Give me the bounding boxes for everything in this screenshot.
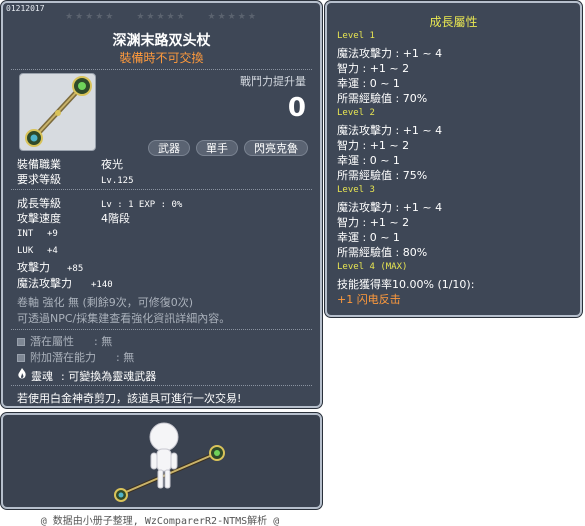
potential-value: : 無 — [94, 335, 113, 348]
growth-line: 幸運 : 0 ~ 1 — [337, 231, 400, 244]
divider — [11, 69, 312, 70]
bind-notice: 裝備時不可交換 — [119, 51, 204, 65]
additional-potential-row: 附加潛在能力 : 無 — [17, 349, 134, 365]
level-heading: Level 3 — [337, 185, 375, 195]
checkbox-icon — [17, 354, 25, 362]
stat-row: INT +9 — [17, 226, 58, 239]
item-icon — [19, 73, 96, 151]
stat-value: +4 — [47, 246, 58, 256]
growth-line: 魔法攻擊力 : +1 ~ 4 — [337, 201, 443, 214]
soul-value: : 可變換為靈魂武器 — [61, 370, 157, 383]
credit-footer: @ 数据由小册子整理, WzComparerR2-NTMS解析 @ — [40, 516, 280, 526]
character-icon — [114, 422, 225, 502]
scissors-notice: 若使用白金神奇剪刀，該道具可進行一次交易! — [17, 392, 242, 405]
potential-label: 潛在屬性 — [30, 335, 74, 348]
growth-title: 成長屬性 — [429, 15, 478, 29]
item-tooltip: 01212017 ★★★★★ ★★★★★ ★★★★★ 深渊末路双头杖 裝備時不可… — [1, 1, 322, 408]
job-label: 裝備職業 — [17, 158, 61, 171]
stat-row: 魔法攻擊力 +140 — [17, 275, 113, 291]
staff-icon — [25, 76, 92, 147]
level-heading: Level 4 (MAX) — [337, 262, 408, 272]
growth-line: 幸運 : 0 ~ 1 — [337, 154, 400, 167]
npc-info: 可透過NPC/採集建查看強化資訊詳細內容。 — [17, 312, 231, 325]
level-heading: Level 2 — [337, 108, 375, 118]
star-group: ★★★★★ — [136, 12, 187, 22]
star-force-row: ★★★★★ ★★★★★ ★★★★★ — [3, 12, 320, 22]
item-name: 深渊末路双头杖 — [112, 33, 211, 49]
level-heading: Level 1 — [337, 31, 375, 41]
growth-line: 技能獲得率10.00% (1/10): — [337, 278, 475, 291]
job-value: 夜光 — [101, 158, 123, 171]
soul-label: 靈魂 — [31, 370, 53, 383]
character-preview — [1, 413, 322, 509]
additional-potential-label: 附加潛在能力 — [30, 351, 96, 364]
soul-row: 靈魂 : 可變換為靈魂武器 — [17, 368, 156, 384]
growth-line: 所需經驗值 : 70% — [337, 92, 428, 105]
growth-attributes-panel: 成長屬性 Level 1 魔法攻擊力 : +1 ~ 4 智力 : +1 ~ 2 … — [325, 1, 582, 317]
growth-value: Lv : 1 EXP : 0% — [101, 200, 183, 210]
stat-row: 攻擊力 +85 — [17, 259, 83, 275]
item-tags: 武器 單手 閃亮克魯 — [148, 140, 308, 156]
divider — [11, 329, 312, 330]
growth-label: 成長等級 — [17, 197, 61, 210]
stat-value: +140 — [91, 280, 113, 290]
scroll-info: 卷軸 強化 無 (剩餘9次，可修復0次) — [17, 296, 194, 309]
job-row: 裝備職業 夜光 — [17, 156, 123, 172]
growth-skill: +1 闪电反击 — [337, 293, 401, 306]
speed-value: 4階段 — [101, 212, 130, 225]
stat-label: 攻擊力 — [17, 261, 50, 274]
tag-weapon: 武器 — [148, 140, 190, 156]
stat-label: LUK — [17, 246, 34, 256]
speed-label: 攻擊速度 — [17, 212, 61, 225]
tag-one-handed: 單手 — [196, 140, 238, 156]
growth-line: 所需經驗值 : 80% — [337, 246, 428, 259]
flame-icon — [17, 368, 27, 383]
divider — [11, 189, 312, 190]
star-group: ★★★★★ — [65, 12, 116, 22]
growth-line: 魔法攻擊力 : +1 ~ 4 — [337, 124, 443, 137]
growth-line: 智力 : +1 ~ 2 — [337, 216, 410, 229]
req-level-row: 要求等級 Lv.125 — [17, 171, 134, 187]
stat-label: INT — [17, 229, 34, 239]
growth-line: 智力 : +1 ~ 2 — [337, 62, 410, 75]
req-level-value: Lv.125 — [101, 176, 134, 186]
growth-line: 智力 : +1 ~ 2 — [337, 139, 410, 152]
growth-line: 魔法攻擊力 : +1 ~ 4 — [337, 47, 443, 60]
star-group: ★★★★★ — [207, 12, 258, 22]
growth-row: 成長等級 Lv : 1 EXP : 0% — [17, 195, 182, 211]
damage-label: 戰鬥力提升量 — [240, 75, 306, 88]
additional-potential-value: : 無 — [116, 351, 135, 364]
stat-row: LUK +4 — [17, 243, 58, 256]
req-level-label: 要求等級 — [17, 173, 61, 186]
divider — [11, 385, 312, 386]
potential-row: 潛在屬性 : 無 — [17, 333, 112, 349]
stat-value: +9 — [47, 229, 58, 239]
speed-row: 攻擊速度 4階段 — [17, 210, 130, 226]
checkbox-icon — [17, 338, 25, 346]
tag-luminous: 閃亮克魯 — [244, 140, 308, 156]
damage-value: 0 — [287, 93, 306, 123]
stat-value: +85 — [67, 264, 84, 274]
growth-line: 幸運 : 0 ~ 1 — [337, 77, 400, 90]
growth-line: 所需經驗值 : 75% — [337, 169, 428, 182]
stat-label: 魔法攻擊力 — [17, 277, 72, 290]
